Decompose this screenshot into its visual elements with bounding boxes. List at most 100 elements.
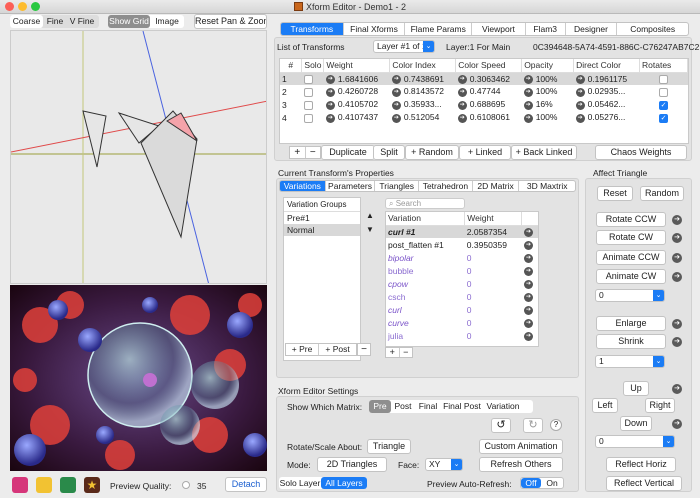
coarse-option[interactable]: Coarse xyxy=(10,15,43,28)
rotates-checkbox[interactable] xyxy=(659,74,668,84)
arrow-icon[interactable]: ➔ xyxy=(457,74,467,84)
tab-transforms[interactable]: Transforms xyxy=(281,23,344,35)
refresh-others-button[interactable]: Refresh Others xyxy=(479,457,563,472)
variation-row[interactable]: cpow 0 ➔ xyxy=(386,277,538,290)
arrow-right-icon[interactable]: ➔ xyxy=(672,215,682,225)
auto-refresh-off-option[interactable]: Off xyxy=(521,478,541,488)
tab-viewport[interactable]: Viewport xyxy=(472,23,526,35)
tab-variations[interactable]: Variations xyxy=(280,181,326,191)
solo-checkbox[interactable] xyxy=(303,87,313,97)
solo-layer-option[interactable]: Solo Layer xyxy=(279,477,321,489)
arrow-right-icon[interactable]: ➔ xyxy=(672,272,682,282)
arrow-icon[interactable]: ➔ xyxy=(391,113,401,123)
arrow-right-icon[interactable]: ➔ xyxy=(672,337,682,347)
arrow-right-icon[interactable]: ➔ xyxy=(672,319,682,329)
arrow-icon[interactable]: ➔ xyxy=(523,318,533,328)
custom-animation-button[interactable]: Custom Animation xyxy=(479,439,563,454)
zoom-window-button[interactable] xyxy=(31,2,40,11)
undo-icon[interactable]: ↺ xyxy=(491,418,511,433)
move-down-button[interactable]: Down xyxy=(620,416,652,431)
rotate-cw-button[interactable]: Rotate CW xyxy=(596,230,666,245)
matrix-final-post-option[interactable]: Final Post xyxy=(441,400,483,413)
arrow-icon[interactable]: ➔ xyxy=(575,113,585,123)
rotates-checkbox[interactable] xyxy=(659,87,668,97)
rotates-checkbox[interactable]: ✓ xyxy=(659,100,668,110)
col-solo[interactable]: Solo xyxy=(301,59,325,73)
move-left-button[interactable]: Left xyxy=(592,398,618,413)
arrow-right-icon[interactable]: ➔ xyxy=(672,253,682,263)
table-row[interactable]: 3 ➔ 0.4105702 ➔ 0.35933... ➔ 0.688695 ➔ 16% … xyxy=(280,98,688,111)
triangle-canvas[interactable] xyxy=(10,30,267,284)
split-button[interactable]: Split xyxy=(373,145,405,160)
reflect-vertical-button[interactable]: Reflect Vertical xyxy=(606,476,682,491)
arrow-icon[interactable]: ➔ xyxy=(523,240,533,250)
screen-icon[interactable] xyxy=(60,477,76,493)
preview-quality-slider[interactable] xyxy=(182,481,190,489)
arrow-icon[interactable]: ➔ xyxy=(523,87,533,97)
reset-triangle-button[interactable]: Reset xyxy=(597,186,633,201)
chaos-weights-button[interactable]: Chaos Weights xyxy=(595,145,687,160)
show-grid-option[interactable]: Show Grid xyxy=(108,15,150,28)
arrow-icon[interactable]: ➔ xyxy=(523,305,533,315)
move-amount-select[interactable]: 0 ⌄ xyxy=(595,435,675,448)
arrow-icon[interactable]: ➔ xyxy=(523,331,533,341)
col-color-index[interactable]: Color Index xyxy=(389,59,457,73)
duplicate-button[interactable]: Duplicate xyxy=(321,145,375,160)
arrow-icon[interactable]: ➔ xyxy=(457,113,467,123)
arrow-icon[interactable]: ➔ xyxy=(523,279,533,289)
auto-refresh-on-option[interactable]: On xyxy=(541,478,563,488)
arrow-icon[interactable]: ➔ xyxy=(523,227,533,237)
tab-2d-matrix[interactable]: 2D Matrix xyxy=(473,181,520,191)
arrow-icon[interactable]: ➔ xyxy=(457,87,467,97)
table-row[interactable]: 2 ➔ 0.4260728 ➔ 0.8143572 ➔ 0.47744 ➔ 100% ➔… xyxy=(280,85,688,98)
col-direct-color[interactable]: Direct Color xyxy=(573,59,641,73)
arrow-icon[interactable]: ➔ xyxy=(391,74,401,84)
layer-select[interactable]: Layer #1 of 1 ⌄ xyxy=(373,40,435,53)
variation-row[interactable]: csch 0 ➔ xyxy=(386,290,538,303)
rotate-about-button[interactable]: Triangle xyxy=(367,439,411,454)
variation-row[interactable]: curl #1 2.0587354 ➔ xyxy=(386,225,538,238)
solo-checkbox[interactable] xyxy=(303,113,313,123)
animate-cw-button[interactable]: Animate CW xyxy=(596,269,666,284)
image-option[interactable]: Image xyxy=(150,15,184,28)
remove-variation-button[interactable]: − xyxy=(400,348,413,357)
arrow-icon[interactable]: ➔ xyxy=(523,292,533,302)
col-weight[interactable]: Weight xyxy=(464,212,523,226)
vfine-option[interactable]: V Fine xyxy=(67,15,97,28)
tab-designer[interactable]: Designer xyxy=(566,23,618,35)
move-down-icon[interactable]: ▼ xyxy=(365,225,375,235)
arrow-icon[interactable]: ➔ xyxy=(325,100,335,110)
tab-parameters[interactable]: Parameters xyxy=(326,181,376,191)
add-random-button[interactable]: + Random xyxy=(405,145,459,160)
arrow-icon[interactable]: ➔ xyxy=(523,74,533,84)
tab-triangles[interactable]: Triangles xyxy=(375,181,420,191)
group-item[interactable]: Pre#1 xyxy=(284,212,360,224)
col-color-speed[interactable]: Color Speed xyxy=(455,59,523,73)
fine-option[interactable]: Fine xyxy=(43,15,67,28)
move-up-button[interactable]: Up xyxy=(623,381,649,396)
help-button[interactable]: ? xyxy=(550,419,562,431)
arrow-right-icon[interactable]: ➔ xyxy=(672,384,682,394)
shrink-button[interactable]: Shrink xyxy=(596,334,666,349)
col-variation[interactable]: Variation xyxy=(386,212,466,226)
tab-flame-params[interactable]: Flame Params xyxy=(405,23,473,35)
tab-composites[interactable]: Composites xyxy=(617,23,688,35)
search-input[interactable]: ⌕ Search xyxy=(385,198,465,209)
add-back-linked-button[interactable]: + Back Linked xyxy=(511,145,577,160)
table-row[interactable]: 1 ➔ 1.6841606 ➔ 0.7438691 ➔ 0.3063462 ➔ 100%… xyxy=(280,72,688,85)
triangle-2[interactable] xyxy=(82,110,107,168)
matrix-pre-option[interactable]: Pre xyxy=(369,400,391,413)
arrow-icon[interactable]: ➔ xyxy=(325,113,335,123)
minimize-window-button[interactable] xyxy=(18,2,27,11)
add-post-button[interactable]: + Post xyxy=(319,344,356,355)
tab-flam3[interactable]: Flam3 xyxy=(526,23,566,35)
tab-final-xforms[interactable]: Final Xforms xyxy=(344,23,406,35)
detach-button[interactable]: Detach xyxy=(225,477,267,492)
redo-icon[interactable]: ↻ xyxy=(523,418,543,433)
col-opacity[interactable]: Opacity xyxy=(521,59,575,73)
reflect-horiz-button[interactable]: Reflect Horiz xyxy=(606,457,676,472)
arrow-icon[interactable]: ➔ xyxy=(523,100,533,110)
add-transform-button[interactable]: + xyxy=(290,147,306,158)
arrow-icon[interactable]: ➔ xyxy=(391,87,401,97)
arrow-icon[interactable]: ➔ xyxy=(575,87,585,97)
